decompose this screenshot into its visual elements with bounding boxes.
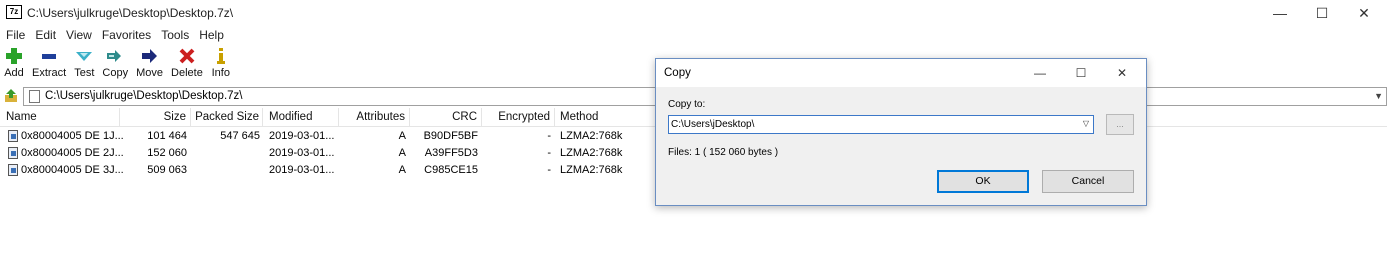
cell-crc: B90DF5BF (423, 130, 478, 142)
cell-modified: 2019-03-01... (269, 164, 335, 176)
info-label: Info (211, 67, 230, 79)
x-icon (177, 47, 197, 65)
move-label: Move (136, 67, 164, 79)
cell-method: LZMA2:768k (560, 130, 623, 142)
destination-path-value: C:\Users\jDesktop\ (671, 119, 755, 130)
cell-method: LZMA2:768k (560, 164, 623, 176)
cell-method: LZMA2:768k (560, 147, 623, 159)
file-icon (8, 147, 18, 159)
menu-tools[interactable]: Tools (155, 26, 193, 44)
test-label: Test (74, 67, 95, 79)
col-attributes[interactable]: Attributes (339, 108, 410, 127)
add-button[interactable]: Add (0, 47, 28, 85)
col-name[interactable]: Name (0, 108, 120, 127)
col-method[interactable]: Method (555, 108, 655, 127)
table-row[interactable]: 0x80004005 DE 1J... 101 464 547 645 2019… (0, 128, 660, 145)
plus-icon (4, 47, 24, 65)
cell-packed: 547 645 (220, 130, 260, 142)
cell-name: 0x80004005 DE 3J... (21, 164, 124, 176)
col-crc[interactable]: CRC (410, 108, 482, 127)
menu-edit[interactable]: Edit (29, 26, 60, 44)
menu-file[interactable]: File (0, 26, 29, 44)
chevron-down-icon[interactable]: ▽ (1083, 119, 1089, 128)
copy-button[interactable]: Copy (98, 47, 132, 85)
cell-encrypted: - (547, 147, 551, 159)
menu-help[interactable]: Help (193, 26, 228, 44)
cell-size: 152 060 (147, 147, 187, 159)
info-icon (211, 47, 231, 65)
delete-label: Delete (171, 67, 203, 79)
cell-size: 101 464 (147, 130, 187, 142)
minus-icon (39, 47, 59, 65)
title-bar: 7z C:\Users\julkruge\Desktop\Desktop.7z\… (0, 0, 1387, 26)
table-row[interactable]: 0x80004005 DE 3J... 509 063 2019-03-01..… (0, 162, 660, 179)
extract-label: Extract (32, 67, 67, 79)
cell-modified: 2019-03-01... (269, 147, 335, 159)
dialog-title: Copy (664, 67, 691, 79)
double-arrow-icon (105, 47, 125, 65)
dialog-maximize-button[interactable]: ☐ (1061, 59, 1101, 87)
minimize-button[interactable]: — (1257, 0, 1303, 26)
cell-name: 0x80004005 DE 2J... (21, 147, 124, 159)
files-info: Files: 1 ( 152 060 bytes ) (668, 147, 779, 158)
check-chevron-icon (74, 47, 94, 65)
arrow-right-icon (140, 47, 160, 65)
add-label: Add (4, 67, 24, 79)
col-modified[interactable]: Modified (263, 108, 339, 127)
dialog-minimize-button[interactable]: — (1020, 59, 1060, 87)
cell-crc: C985CE15 (424, 164, 478, 176)
cell-attributes: A (398, 130, 406, 142)
file-icon (8, 130, 18, 142)
browse-button[interactable]: ... (1106, 114, 1134, 135)
info-button[interactable]: Info (207, 47, 235, 85)
cell-size: 509 063 (147, 164, 187, 176)
file-icon (8, 164, 18, 176)
delete-button[interactable]: Delete (167, 47, 207, 85)
copy-dialog: Copy — ☐ ✕ Copy to: C:\Users\jDesktop\ ▽… (655, 58, 1147, 206)
col-encrypted[interactable]: Encrypted (482, 108, 555, 127)
menu-view[interactable]: View (60, 26, 96, 44)
window-title: C:\Users\julkruge\Desktop\Desktop.7z\ (27, 6, 234, 20)
cell-modified: 2019-03-01... (269, 130, 335, 142)
destination-path-combo[interactable]: C:\Users\jDesktop\ ▽ (668, 115, 1094, 134)
dialog-close-button[interactable]: ✕ (1102, 59, 1142, 87)
menu-favorites[interactable]: Favorites (96, 26, 155, 44)
table-row[interactable]: 0x80004005 DE 2J... 152 060 2019-03-01..… (0, 145, 660, 162)
cell-name: 0x80004005 DE 1J... (21, 130, 124, 142)
document-icon (29, 90, 40, 103)
close-button[interactable]: ✕ (1341, 0, 1387, 26)
menu-bar: File Edit View Favorites Tools Help (0, 26, 1387, 44)
address-path: C:\Users\julkruge\Desktop\Desktop.7z\ (45, 90, 243, 102)
cell-attributes: A (398, 164, 406, 176)
app-icon: 7z (6, 5, 22, 19)
col-packed-size[interactable]: Packed Size (191, 108, 263, 127)
chevron-down-icon[interactable]: ▼ (1374, 91, 1383, 101)
cell-attributes: A (398, 147, 406, 159)
copy-label: Copy (102, 67, 129, 79)
cell-encrypted: - (547, 164, 551, 176)
dialog-title-bar: Copy — ☐ ✕ (656, 59, 1146, 87)
folder-up-icon[interactable] (4, 89, 18, 103)
maximize-button[interactable]: ☐ (1299, 0, 1345, 26)
cancel-button[interactable]: Cancel (1042, 170, 1134, 193)
cell-encrypted: - (547, 130, 551, 142)
col-size[interactable]: Size (120, 108, 191, 127)
extract-button[interactable]: Extract (28, 47, 70, 85)
copy-to-label: Copy to: (668, 99, 706, 110)
ok-button[interactable]: OK (937, 170, 1029, 193)
cell-crc: A39FF5D3 (424, 147, 478, 159)
test-button[interactable]: Test (70, 47, 98, 85)
move-button[interactable]: Move (132, 47, 167, 85)
